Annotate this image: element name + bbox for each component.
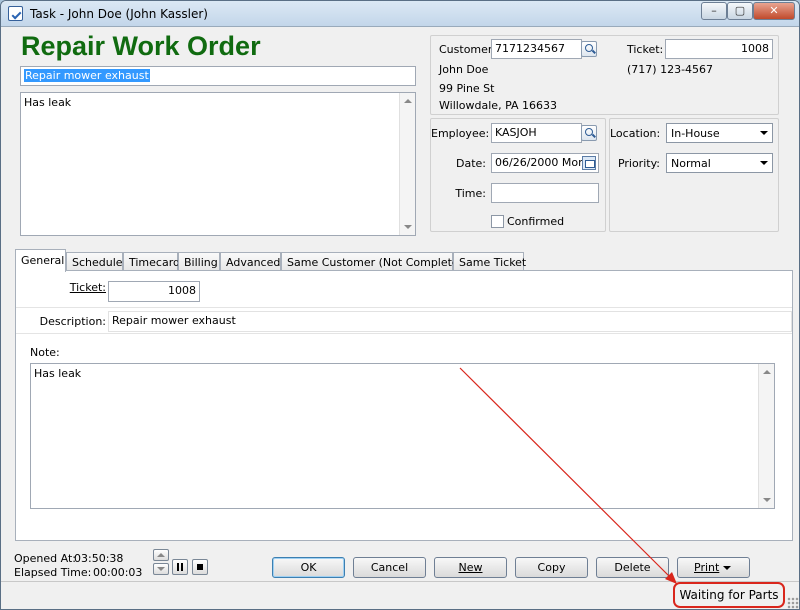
- task-window: Task - John Doe (John Kassler) – ▢ ✕ Rep…: [0, 0, 800, 610]
- tab-general[interactable]: General: [15, 249, 66, 272]
- annotation-arrow-line: [459, 367, 673, 580]
- annotation-arrow: [459, 367, 677, 584]
